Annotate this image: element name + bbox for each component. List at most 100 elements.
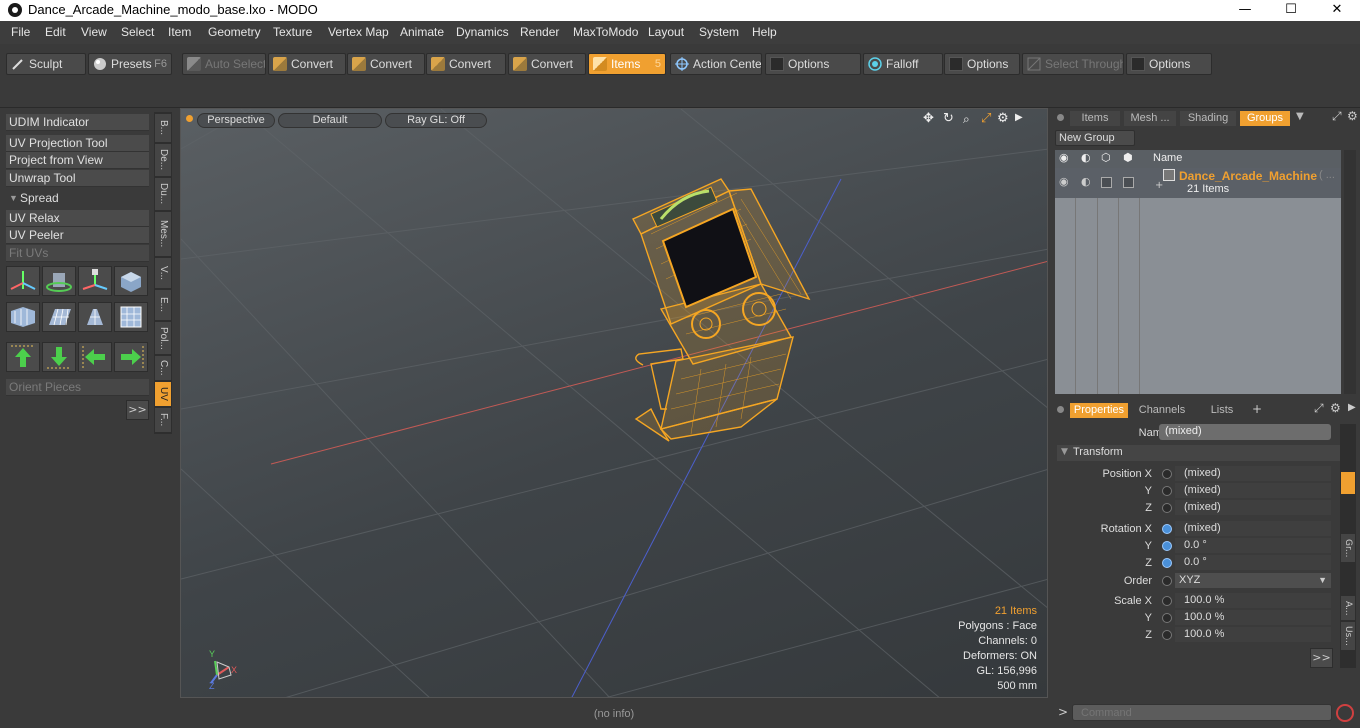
menu-dynamics[interactable]: Dynamics bbox=[456, 25, 509, 39]
group-row[interactable]: ◉ ◐ + Dance_Arcade_Machine ( ... 21 Item… bbox=[1055, 168, 1341, 198]
minimize-button[interactable]: — bbox=[1222, 0, 1268, 21]
position-y-field[interactable]: (mixed) bbox=[1175, 483, 1331, 498]
menu-system[interactable]: System bbox=[699, 25, 739, 39]
side-tab-user[interactable]: Us... bbox=[1341, 622, 1355, 650]
view-type-dropdown[interactable]: Perspective bbox=[197, 113, 275, 128]
rotation-z-keyframe-icon[interactable] bbox=[1162, 558, 1172, 568]
falloff-button[interactable]: Falloff bbox=[863, 53, 943, 75]
left-panel-more-button[interactable]: >> bbox=[126, 400, 149, 420]
rotation-y-field[interactable]: 0.0 ° bbox=[1175, 538, 1331, 553]
select-cube-icon[interactable]: ⬢ bbox=[1123, 151, 1133, 164]
record-macro-icon[interactable] bbox=[1336, 704, 1354, 722]
tabs-dropdown-icon[interactable]: ▼ bbox=[1296, 111, 1304, 122]
render-icon[interactable]: ◐ bbox=[1081, 151, 1091, 164]
select-through-options-button[interactable]: Options bbox=[1126, 53, 1212, 75]
expand-panel-icon[interactable]: ⤢ bbox=[1314, 401, 1324, 416]
uv-align-right-icon[interactable] bbox=[114, 342, 148, 372]
menu-edit[interactable]: Edit bbox=[45, 25, 66, 39]
vtab-duplicate[interactable]: Du... bbox=[155, 178, 171, 210]
panel-settings-gear-icon[interactable]: ⚙ bbox=[1347, 109, 1358, 123]
convert-materials-button[interactable]: Convert bbox=[508, 53, 586, 75]
uv-rotate-tool-icon[interactable] bbox=[42, 266, 76, 296]
menu-render[interactable]: Render bbox=[520, 25, 559, 39]
tab-shading[interactable]: Shading bbox=[1180, 111, 1236, 126]
vtab-fusion[interactable]: F... bbox=[155, 408, 171, 432]
scale-z-field[interactable]: 100.0 % bbox=[1175, 627, 1331, 642]
play-triangle-icon[interactable]: ▶ bbox=[1015, 112, 1023, 123]
panel-menu-dot-icon[interactable] bbox=[1057, 114, 1064, 121]
unwrap-tool-button[interactable]: Unwrap Tool bbox=[6, 170, 149, 187]
side-tab-active-handle[interactable] bbox=[1341, 472, 1355, 494]
vtab-polygon[interactable]: Pol... bbox=[155, 322, 171, 354]
tab-channels[interactable]: Channels bbox=[1132, 403, 1192, 418]
tab-properties[interactable]: Properties bbox=[1070, 403, 1128, 418]
auto-select-button[interactable]: Auto Select bbox=[182, 53, 266, 75]
uv-scale-tool-icon[interactable] bbox=[78, 266, 112, 296]
convert-polygons-button[interactable]: Convert bbox=[426, 53, 506, 75]
vtab-basic[interactable]: B... bbox=[155, 114, 171, 142]
uv-box-tool-icon[interactable] bbox=[114, 266, 148, 296]
menu-animate[interactable]: Animate bbox=[400, 25, 444, 39]
properties-more-button[interactable]: >> bbox=[1310, 648, 1333, 668]
group-name[interactable]: Dance_Arcade_Machine bbox=[1179, 169, 1317, 183]
shading-style-dropdown[interactable]: Default bbox=[278, 113, 382, 128]
uv-relax-button[interactable]: UV Relax bbox=[6, 210, 149, 227]
rotation-x-field[interactable]: (mixed) bbox=[1175, 521, 1331, 536]
ray-gl-toggle[interactable]: Ray GL: Off bbox=[385, 113, 487, 128]
panel-settings-gear-icon[interactable]: ⚙ bbox=[1330, 401, 1341, 415]
row-select-checkbox[interactable] bbox=[1123, 177, 1134, 188]
groups-scrollbar[interactable] bbox=[1344, 150, 1356, 394]
uv-align-left-icon[interactable] bbox=[78, 342, 112, 372]
vtab-uv[interactable]: UV bbox=[155, 382, 171, 406]
close-button[interactable]: ✕ bbox=[1314, 0, 1360, 21]
tab-mesh-ops[interactable]: Mesh ... bbox=[1124, 111, 1176, 126]
menu-layout[interactable]: Layout bbox=[648, 25, 684, 39]
pan-icon[interactable]: ✥ bbox=[923, 111, 934, 126]
menu-view[interactable]: View bbox=[81, 25, 107, 39]
vtab-vertex[interactable]: V... bbox=[155, 258, 171, 288]
uv-planar-icon[interactable] bbox=[42, 302, 76, 332]
command-input[interactable] bbox=[1072, 704, 1332, 721]
vtab-mesh-edit[interactable]: Mes... bbox=[155, 212, 171, 256]
menu-vertex-map[interactable]: Vertex Map bbox=[328, 25, 389, 39]
select-through-button[interactable]: Select Through bbox=[1022, 53, 1124, 75]
action-center-button[interactable]: Action Center bbox=[670, 53, 762, 75]
position-x-field[interactable]: (mixed) bbox=[1175, 466, 1331, 481]
scale-x-field[interactable]: 100.0 % bbox=[1175, 593, 1331, 608]
uv-cylinder-icon[interactable] bbox=[6, 302, 40, 332]
tab-groups[interactable]: Groups bbox=[1240, 111, 1290, 126]
position-z-keyframe-icon[interactable] bbox=[1162, 503, 1172, 513]
zoom-icon[interactable]: ⌕ bbox=[963, 112, 970, 127]
vtab-deform[interactable]: De... bbox=[155, 144, 171, 176]
position-x-keyframe-icon[interactable] bbox=[1162, 469, 1172, 479]
tab-items[interactable]: Items bbox=[1070, 111, 1120, 126]
project-from-view-button[interactable]: Project from View bbox=[6, 152, 149, 169]
falloff-options-button[interactable]: Options bbox=[944, 53, 1020, 75]
scale-y-field[interactable]: 100.0 % bbox=[1175, 610, 1331, 625]
panel-arrow-icon[interactable]: ▶ bbox=[1348, 402, 1356, 413]
3d-viewport[interactable]: Y X Z Perspective Default Ray GL: Off ✥ … bbox=[180, 108, 1048, 698]
fit-uvs-button[interactable]: Fit UVs bbox=[6, 245, 149, 262]
tab-lists[interactable]: Lists bbox=[1196, 403, 1248, 418]
row-visibility-eye-icon[interactable]: ◉ bbox=[1059, 175, 1069, 188]
gear-icon[interactable]: ⚙ bbox=[997, 111, 1009, 126]
menu-select[interactable]: Select bbox=[121, 25, 154, 39]
row-render-icon[interactable]: ◐ bbox=[1081, 175, 1091, 188]
scale-z-keyframe-icon[interactable] bbox=[1162, 630, 1172, 640]
rotation-order-select[interactable]: XYZ ▼ bbox=[1175, 573, 1331, 588]
maximize-button[interactable]: ☐ bbox=[1268, 0, 1314, 21]
uv-align-up-icon[interactable] bbox=[6, 342, 40, 372]
viewport-menu-dot-icon[interactable] bbox=[186, 115, 193, 122]
menu-maxtomodo[interactable]: MaxToModo bbox=[573, 25, 638, 39]
add-tab-button[interactable]: + bbox=[1252, 402, 1262, 416]
vtab-curve[interactable]: C... bbox=[155, 356, 171, 380]
visibility-eye-icon[interactable]: ◉ bbox=[1059, 151, 1069, 164]
menu-item[interactable]: Item bbox=[168, 25, 191, 39]
side-tab-groups[interactable]: Gr... bbox=[1341, 534, 1355, 562]
uv-peeler-button[interactable]: UV Peeler bbox=[6, 227, 149, 244]
order-keyframe-icon[interactable] bbox=[1162, 576, 1172, 586]
scale-x-keyframe-icon[interactable] bbox=[1162, 596, 1172, 606]
name-field[interactable]: (mixed) bbox=[1159, 424, 1331, 440]
lock-cube-icon[interactable]: ⬡ bbox=[1101, 151, 1111, 164]
panel-menu-dot-icon[interactable] bbox=[1057, 406, 1064, 413]
